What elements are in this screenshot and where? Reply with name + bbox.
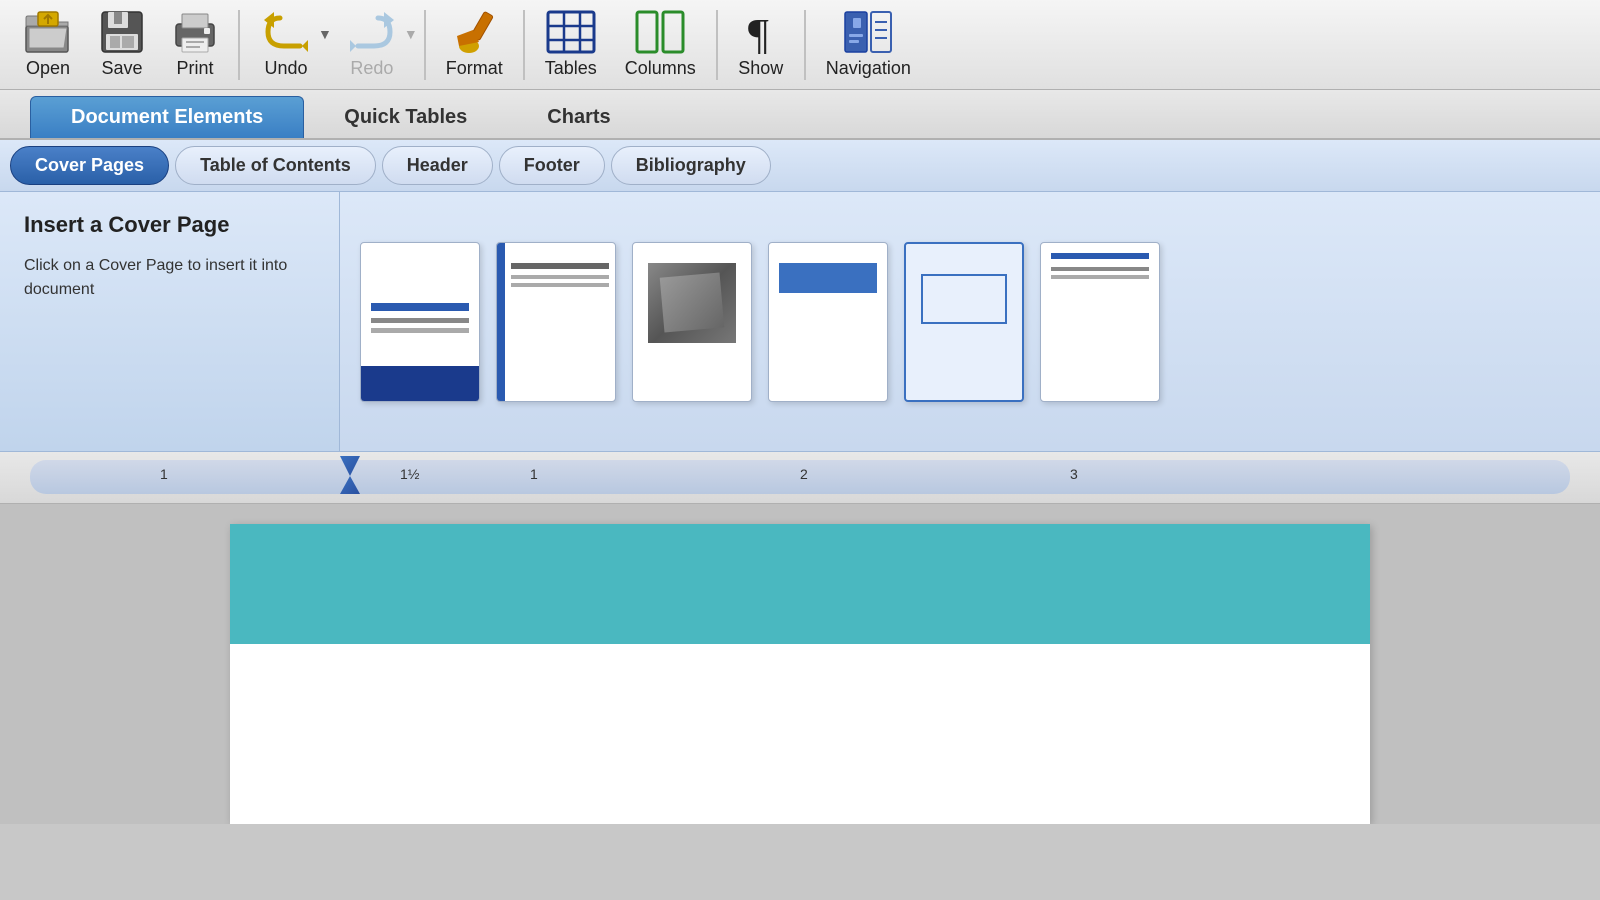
tmpl6-line1 xyxy=(1051,267,1149,271)
print-label: Print xyxy=(176,58,213,79)
tmpl3-photo xyxy=(648,263,736,343)
open-label: Open xyxy=(26,58,70,79)
toolbar: Open Save Print xyxy=(0,0,1600,90)
sub-tabs: Cover Pages Table of Contents Header Foo… xyxy=(0,140,1600,192)
divider-2 xyxy=(424,10,426,80)
tables-button[interactable]: Tables xyxy=(531,4,611,85)
document-page xyxy=(230,524,1370,824)
tmpl4-box xyxy=(779,263,877,293)
tmpl1-accent-line xyxy=(371,303,469,311)
divider-5 xyxy=(804,10,806,80)
columns-label: Columns xyxy=(625,58,696,79)
template-thumb-4[interactable] xyxy=(768,242,888,402)
columns-button[interactable]: Columns xyxy=(611,4,710,85)
tmpl6-header xyxy=(1051,253,1149,259)
format-icon xyxy=(449,10,499,54)
template-thumb-3[interactable] xyxy=(632,242,752,402)
print-button[interactable]: Print xyxy=(158,4,232,85)
redo-icon xyxy=(346,10,398,54)
tmpl1-bar xyxy=(361,366,479,401)
show-icon: ¶ xyxy=(738,10,784,54)
divider-4 xyxy=(716,10,718,80)
sub-tab-cover-pages[interactable]: Cover Pages xyxy=(10,146,169,185)
navigation-button[interactable]: Navigation xyxy=(812,4,925,85)
ruler-number-1: 1 xyxy=(160,466,168,482)
tmpl2-line xyxy=(511,263,609,269)
panel-desc: Click on a Cover Page to insert it into … xyxy=(24,254,315,302)
template-thumb-5[interactable] xyxy=(904,242,1024,402)
columns-icon xyxy=(635,10,685,54)
save-label: Save xyxy=(101,58,142,79)
tables-icon xyxy=(546,10,596,54)
ruler-number-1-5: 1½ xyxy=(400,466,419,482)
redo-label: Redo xyxy=(350,58,393,79)
template-thumb-2[interactable] xyxy=(496,242,616,402)
divider-1 xyxy=(238,10,240,80)
format-label: Format xyxy=(446,58,503,79)
sub-tab-toc[interactable]: Table of Contents xyxy=(175,146,376,185)
tab-document-elements[interactable]: Document Elements xyxy=(30,96,304,138)
document-area xyxy=(0,504,1600,824)
open-button[interactable]: Open xyxy=(10,4,86,85)
tab-quick-tables[interactable]: Quick Tables xyxy=(304,96,507,138)
navigation-icon xyxy=(843,10,893,54)
tmpl1-text2 xyxy=(371,328,469,333)
tmpl2-text2 xyxy=(511,283,609,287)
navigation-label: Navigation xyxy=(826,58,911,79)
divider-3 xyxy=(523,10,525,80)
ribbon-tabs: Document Elements Quick Tables Charts xyxy=(0,90,1600,140)
tables-label: Tables xyxy=(545,58,597,79)
ruler-number-1-right: 1 xyxy=(530,466,538,482)
document-teal-header xyxy=(230,524,1370,644)
show-label: Show xyxy=(738,58,783,79)
print-icon xyxy=(172,10,218,54)
undo-button[interactable]: Undo xyxy=(246,4,326,85)
sub-tab-footer[interactable]: Footer xyxy=(499,146,605,185)
tmpl3-photo-inner xyxy=(660,272,725,332)
ruler-number-3: 3 xyxy=(1070,466,1078,482)
ruler-number-2: 2 xyxy=(800,466,808,482)
ruler: // This will be done via JS below 1 1½ 1… xyxy=(0,452,1600,504)
svg-text:¶: ¶ xyxy=(748,10,769,54)
sub-tab-header[interactable]: Header xyxy=(382,146,493,185)
show-button[interactable]: ¶ Show xyxy=(724,4,798,85)
tmpl6-line2 xyxy=(1051,275,1149,279)
redo-dropdown[interactable]: ▼ xyxy=(404,26,418,64)
tmpl1-text1 xyxy=(371,318,469,323)
undo-icon xyxy=(260,10,312,54)
template-thumb-1[interactable] xyxy=(360,242,480,402)
folder-open-icon xyxy=(24,10,72,54)
save-button[interactable]: Save xyxy=(86,4,158,85)
redo-button[interactable]: Redo xyxy=(332,4,412,85)
template-thumb-6[interactable] xyxy=(1040,242,1160,402)
templates-area xyxy=(340,192,1180,451)
tmpl2-sidebar xyxy=(497,243,505,401)
undo-label: Undo xyxy=(264,58,307,79)
cover-page-panel: Insert a Cover Page Click on a Cover Pag… xyxy=(0,192,340,451)
format-button[interactable]: Format xyxy=(432,4,517,85)
tmpl5-box xyxy=(921,274,1007,324)
tmpl2-text xyxy=(511,275,609,279)
sub-tab-bibliography[interactable]: Bibliography xyxy=(611,146,771,185)
content-area: Insert a Cover Page Click on a Cover Pag… xyxy=(0,192,1600,452)
tab-charts[interactable]: Charts xyxy=(507,96,650,138)
undo-dropdown[interactable]: ▼ xyxy=(318,26,332,64)
save-icon xyxy=(100,10,144,54)
panel-title: Insert a Cover Page xyxy=(24,212,315,238)
